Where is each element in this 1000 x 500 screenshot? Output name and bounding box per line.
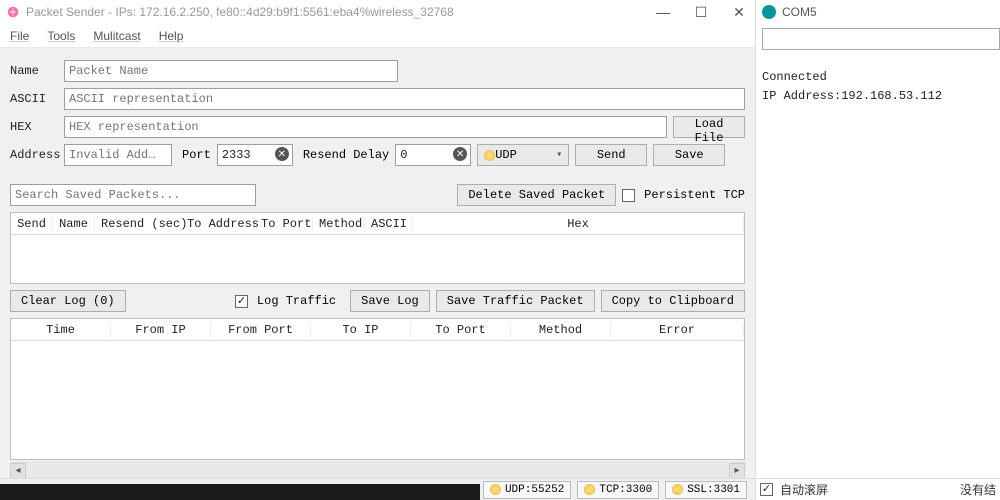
ascii-label: ASCII <box>10 92 58 106</box>
autoscroll-label: 自动滚屏 <box>780 481 828 498</box>
col-send[interactable]: Send <box>11 217 53 231</box>
serial-line-connected: Connected <box>762 68 994 87</box>
traffic-log-body <box>11 341 744 459</box>
menu-file[interactable]: File <box>10 29 29 43</box>
close-button[interactable]: ✕ <box>729 4 749 21</box>
log-traffic-label: Log Traffic <box>257 294 336 308</box>
autoscroll-checkbox[interactable] <box>760 483 773 496</box>
log-col-error[interactable]: Error <box>611 323 744 337</box>
log-col-to-ip[interactable]: To IP <box>311 323 411 337</box>
col-name[interactable]: Name <box>53 217 95 231</box>
menu-multicast[interactable]: Mulitcast <box>93 29 140 43</box>
menu-tools[interactable]: Tools <box>47 29 75 43</box>
scroll-right-icon[interactable]: ▸ <box>729 463 745 479</box>
ascii-input[interactable] <box>64 88 745 110</box>
log-col-from-port[interactable]: From Port <box>211 323 311 337</box>
menubar: File Tools Mulitcast Help <box>0 24 755 48</box>
hex-label: HEX <box>10 120 58 134</box>
saved-packets-body <box>11 235 744 283</box>
traffic-log-table: Time From IP From Port To IP To Port Met… <box>10 318 745 460</box>
save-traffic-packet-button[interactable]: Save Traffic Packet <box>436 290 595 312</box>
persistent-tcp-checkbox[interactable] <box>622 189 635 202</box>
horizontal-scrollbar[interactable]: ◂ ▸ <box>10 462 745 478</box>
address-input[interactable] <box>64 144 172 166</box>
clear-port-icon[interactable]: ✕ <box>275 147 289 161</box>
serial-output: Connected IP Address:192.168.53.112 <box>756 54 1000 120</box>
serial-monitor-window: COM5 Connected IP Address:192.168.53.112… <box>756 0 1000 500</box>
log-col-to-port[interactable]: To Port <box>411 323 511 337</box>
resend-delay-label: Resend Delay <box>303 148 389 162</box>
side-title-text: COM5 <box>782 5 817 19</box>
copy-to-clipboard-button[interactable]: Copy to Clipboard <box>601 290 745 312</box>
window-title: Packet Sender - IPs: 172.16.2.250, fe80:… <box>26 5 653 19</box>
globe-icon <box>490 484 501 495</box>
menu-help[interactable]: Help <box>159 29 184 43</box>
status-udp[interactable]: UDP:55252 <box>483 481 571 499</box>
status-ssl[interactable]: SSL:3301 <box>665 481 747 499</box>
search-packets-input[interactable] <box>10 184 256 206</box>
chevron-down-icon: ▾ <box>556 149 562 161</box>
app-icon <box>6 5 20 19</box>
col-hex[interactable]: Hex <box>413 217 744 231</box>
protocol-select[interactable]: UDP ▾ <box>477 144 569 166</box>
port-label: Port <box>182 148 211 162</box>
send-button[interactable]: Send <box>575 144 647 166</box>
maximize-button[interactable]: ☐ <box>691 4 711 21</box>
address-label: Address <box>10 148 58 162</box>
save-log-button[interactable]: Save Log <box>350 290 430 312</box>
side-tail-text: 没有结 <box>960 481 996 498</box>
load-file-button[interactable]: Load File <box>673 116 745 138</box>
serial-send-input[interactable] <box>762 28 1000 50</box>
status-tcp[interactable]: TCP:3300 <box>577 481 659 499</box>
globe-icon <box>672 484 683 495</box>
clear-log-button[interactable]: Clear Log (0) <box>10 290 126 312</box>
col-to-port[interactable]: To Port <box>255 217 313 231</box>
log-col-from-ip[interactable]: From IP <box>111 323 211 337</box>
log-col-method[interactable]: Method <box>511 323 611 337</box>
save-button[interactable]: Save <box>653 144 725 166</box>
col-ascii[interactable]: ASCII <box>365 217 413 231</box>
log-col-time[interactable]: Time <box>11 323 111 337</box>
hex-input[interactable] <box>64 116 667 138</box>
black-strip <box>0 484 480 500</box>
name-input[interactable] <box>64 60 398 82</box>
col-to-address[interactable]: To Address <box>181 217 255 231</box>
titlebar: Packet Sender - IPs: 172.16.2.250, fe80:… <box>0 0 755 24</box>
globe-icon <box>484 150 495 161</box>
protocol-value: UDP <box>495 148 517 162</box>
col-method[interactable]: Method <box>313 217 365 231</box>
globe-icon <box>584 484 595 495</box>
delete-saved-packet-button[interactable]: Delete Saved Packet <box>457 184 616 206</box>
scroll-track[interactable] <box>26 464 729 478</box>
log-traffic-checkbox[interactable] <box>235 295 248 308</box>
side-titlebar: COM5 <box>756 0 1000 24</box>
arduino-icon <box>762 5 776 19</box>
packet-form: Name ASCII HEX Load File Address Port ✕ <box>0 48 755 178</box>
scroll-left-icon[interactable]: ◂ <box>10 463 26 479</box>
serial-line-ip: IP Address:192.168.53.112 <box>762 87 994 106</box>
saved-packets-table: Send Name Resend (sec) To Address To Por… <box>10 212 745 284</box>
packet-sender-window: Packet Sender - IPs: 172.16.2.250, fe80:… <box>0 0 756 500</box>
name-label: Name <box>10 64 58 78</box>
minimize-button[interactable]: — <box>653 4 673 21</box>
col-resend[interactable]: Resend (sec) <box>95 217 181 231</box>
side-statusbar: 自动滚屏 没有结 <box>756 478 1000 500</box>
persistent-tcp-label: Persistent TCP <box>644 188 745 202</box>
